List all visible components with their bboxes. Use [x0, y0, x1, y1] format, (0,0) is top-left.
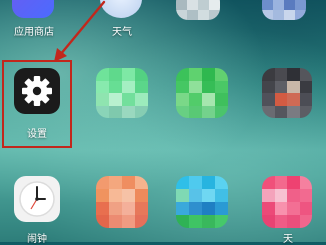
app-store-label: 应用商店 [14, 27, 54, 38]
weather-label: 天气 [112, 27, 132, 38]
pixelated-app-icon-bottom-4[interactable] [262, 176, 312, 228]
clock-app-icon[interactable] [14, 176, 60, 222]
pixelated-app-icon-mid-4[interactable] [262, 68, 312, 118]
pixelated-app-icon-bottom-2[interactable] [96, 176, 148, 228]
clock-label: 闹钟 [27, 234, 47, 245]
clock-icon [19, 181, 55, 217]
settings-app-icon[interactable] [14, 68, 60, 114]
bottom-right-label: 天 [283, 234, 293, 245]
settings-label: 设置 [27, 129, 47, 140]
app-store-icon[interactable] [12, 0, 54, 18]
pixelated-app-icon-top-4[interactable] [262, 0, 306, 20]
gear-icon [22, 76, 52, 106]
pixelated-app-icon-mid-3[interactable] [176, 68, 228, 118]
pixelated-app-icon-bottom-3[interactable] [176, 176, 228, 228]
pixelated-app-icon-mid-2[interactable] [96, 68, 148, 118]
pixelated-app-icon-top-3[interactable] [176, 0, 220, 20]
